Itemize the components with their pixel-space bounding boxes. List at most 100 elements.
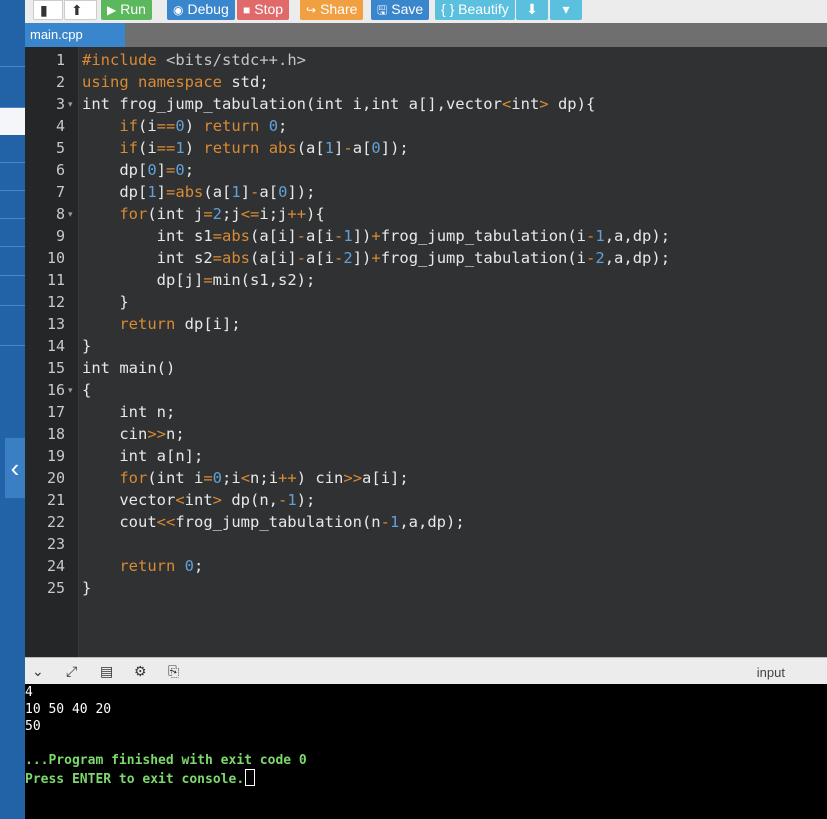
chevron-down-icon[interactable]: ⌄ (32, 663, 44, 680)
code-line: #include <bits/stdc++.h> (82, 51, 306, 69)
code-line: for(int j=2;j<=i;j++){ (119, 205, 325, 223)
line-number: 25 (46, 579, 65, 597)
download-options-button[interactable]: ▾ (550, 0, 582, 20)
sidebar-divider (0, 345, 25, 346)
code-editor[interactable]: 1 2 3 ▾ 4 5 6 7 8 ▾ 9 10 11 12 13 14 15 … (25, 47, 827, 657)
line-number: 10 (46, 249, 65, 267)
sidebar-divider (0, 246, 25, 247)
line-number: 23 (46, 535, 65, 553)
console-line: 50 (25, 719, 41, 734)
line-number: 11 (46, 271, 65, 289)
line-number: 6 (55, 161, 65, 179)
code-line: for(int i=0;i<n;i++) cin>>a[i]; (119, 469, 409, 487)
line-number: 5 (55, 139, 65, 157)
code-line: } (82, 293, 129, 311)
expand-icon[interactable]: ⤢ (66, 663, 77, 680)
code-line: dp[0]=0; (82, 161, 195, 179)
code-line: int a[n]; (82, 447, 204, 465)
code-line: int s1=abs(a[i]-a[i-1])+frog_jump_tabula… (82, 227, 671, 245)
line-number: 2 (55, 73, 65, 91)
save-icon: 🖫 (377, 3, 388, 17)
fold-toggle[interactable]: ▾ (68, 379, 73, 401)
left-sidebar-strip (0, 0, 25, 819)
fold-toggle[interactable]: ▾ (68, 203, 73, 225)
line-number: 19 (46, 447, 65, 465)
code-line: using namespace std; (82, 73, 269, 91)
code-line: } (82, 579, 92, 597)
code-line: dp[1]=abs(a[1]-a[0]); (82, 183, 316, 201)
download-icon: ⬇ (526, 1, 538, 17)
gear-icon[interactable]: ⚙ (134, 663, 147, 680)
line-number: 24 (46, 557, 65, 575)
input-label[interactable]: input (757, 665, 785, 680)
sidebar-divider (0, 275, 25, 276)
sidebar-divider (0, 190, 25, 191)
line-number: 20 (46, 469, 65, 487)
code-line: cin>>n; (82, 425, 185, 443)
line-number: 4 (55, 117, 65, 135)
line-number: 1 (55, 51, 65, 69)
run-button[interactable]: ▶ Run (101, 0, 152, 20)
sidebar-divider (0, 66, 25, 67)
console-exit-message: ...Program finished with exit code 0 (25, 753, 307, 768)
line-number: 12 (46, 293, 65, 311)
layout-icon[interactable]: ▤ (100, 663, 113, 680)
stop-button[interactable]: ■ Stop (237, 0, 290, 20)
line-number: 3 (55, 95, 65, 113)
line-number: 21 (46, 491, 65, 509)
beautify-button[interactable]: { } Beautify (435, 0, 515, 20)
line-number: 16 (46, 381, 65, 399)
console-output[interactable]: 4 10 50 40 20 50 ...Program finished wit… (25, 684, 827, 819)
console-line: 10 50 40 20 (25, 702, 112, 717)
code-line: int s2=abs(a[i]-a[i-2])+frog_jump_tabula… (82, 249, 671, 267)
code-line: return dp[i]; (119, 315, 241, 333)
line-number: 7 (55, 183, 65, 201)
code-line: if(i==0) return 0; (119, 117, 288, 135)
caret-down-icon: ▾ (562, 1, 570, 17)
toolbar: ▮ ⬆ ▶ Run ◉ Debug ■ Stop ↪ Share 🖫 Save { } B… (25, 0, 827, 23)
code-line: if(i==1) return abs(a[1]-a[0]); (119, 139, 409, 157)
code-line: { (82, 381, 92, 399)
clipboard-icon[interactable]: ⎘ (168, 663, 179, 680)
sidebar-divider (0, 305, 25, 306)
stop-icon: ■ (243, 3, 251, 17)
console-toolbar: ⌄ ⤢ ▤ ⚙ ⎘ input (25, 657, 827, 685)
play-icon: ▶ (107, 3, 117, 17)
share-icon: ↪ (306, 3, 317, 17)
code-line: vector<int> dp(n,-1); (82, 491, 316, 509)
upload-button[interactable]: ⬆ (64, 0, 97, 20)
sidebar-divider (0, 162, 25, 163)
download-button[interactable]: ⬇ (516, 0, 548, 20)
file-icon: ▮ (40, 2, 48, 18)
fold-toggle[interactable]: ▾ (68, 93, 73, 115)
chevron-left-icon: ‹ (10, 453, 20, 483)
debug-button[interactable]: ◉ Debug (167, 0, 235, 20)
share-button[interactable]: ↪ Share (300, 0, 364, 20)
line-number: 13 (46, 315, 65, 333)
console-prompt: Press ENTER to exit console. (25, 769, 256, 788)
code-line: cout<<frog_jump_tabulation(n-1,a,dp); (82, 513, 465, 531)
sidebar-item-active[interactable] (0, 108, 25, 135)
tab-bar: main.cpp (25, 23, 827, 47)
code-line: int n; (82, 403, 176, 421)
save-button[interactable]: 🖫 Save (371, 0, 430, 20)
code-line: int frog_jump_tabulation(int i,int a[],v… (82, 95, 596, 113)
line-number: 22 (46, 513, 65, 531)
code-line: } (82, 337, 92, 355)
line-number: 15 (46, 359, 65, 377)
code-line: dp[j]=min(s1,s2); (82, 271, 316, 289)
line-number: 9 (55, 227, 65, 245)
line-number-gutter: 1 2 3 ▾ 4 5 6 7 8 ▾ 9 10 11 12 13 14 15 … (25, 47, 79, 657)
line-number: 18 (46, 425, 65, 443)
line-number: 17 (46, 403, 65, 421)
console-line: 4 (25, 685, 33, 700)
upload-icon: ⬆ (71, 2, 83, 18)
code-line: int main() (82, 359, 176, 377)
line-number: 8 (55, 205, 65, 223)
sidebar-divider (0, 218, 25, 219)
new-file-button[interactable]: ▮ (33, 0, 63, 20)
tab-main-cpp[interactable]: main.cpp (25, 23, 125, 47)
sidebar-collapse-button[interactable]: ‹ (5, 438, 25, 498)
code-line: return 0; (119, 557, 204, 575)
